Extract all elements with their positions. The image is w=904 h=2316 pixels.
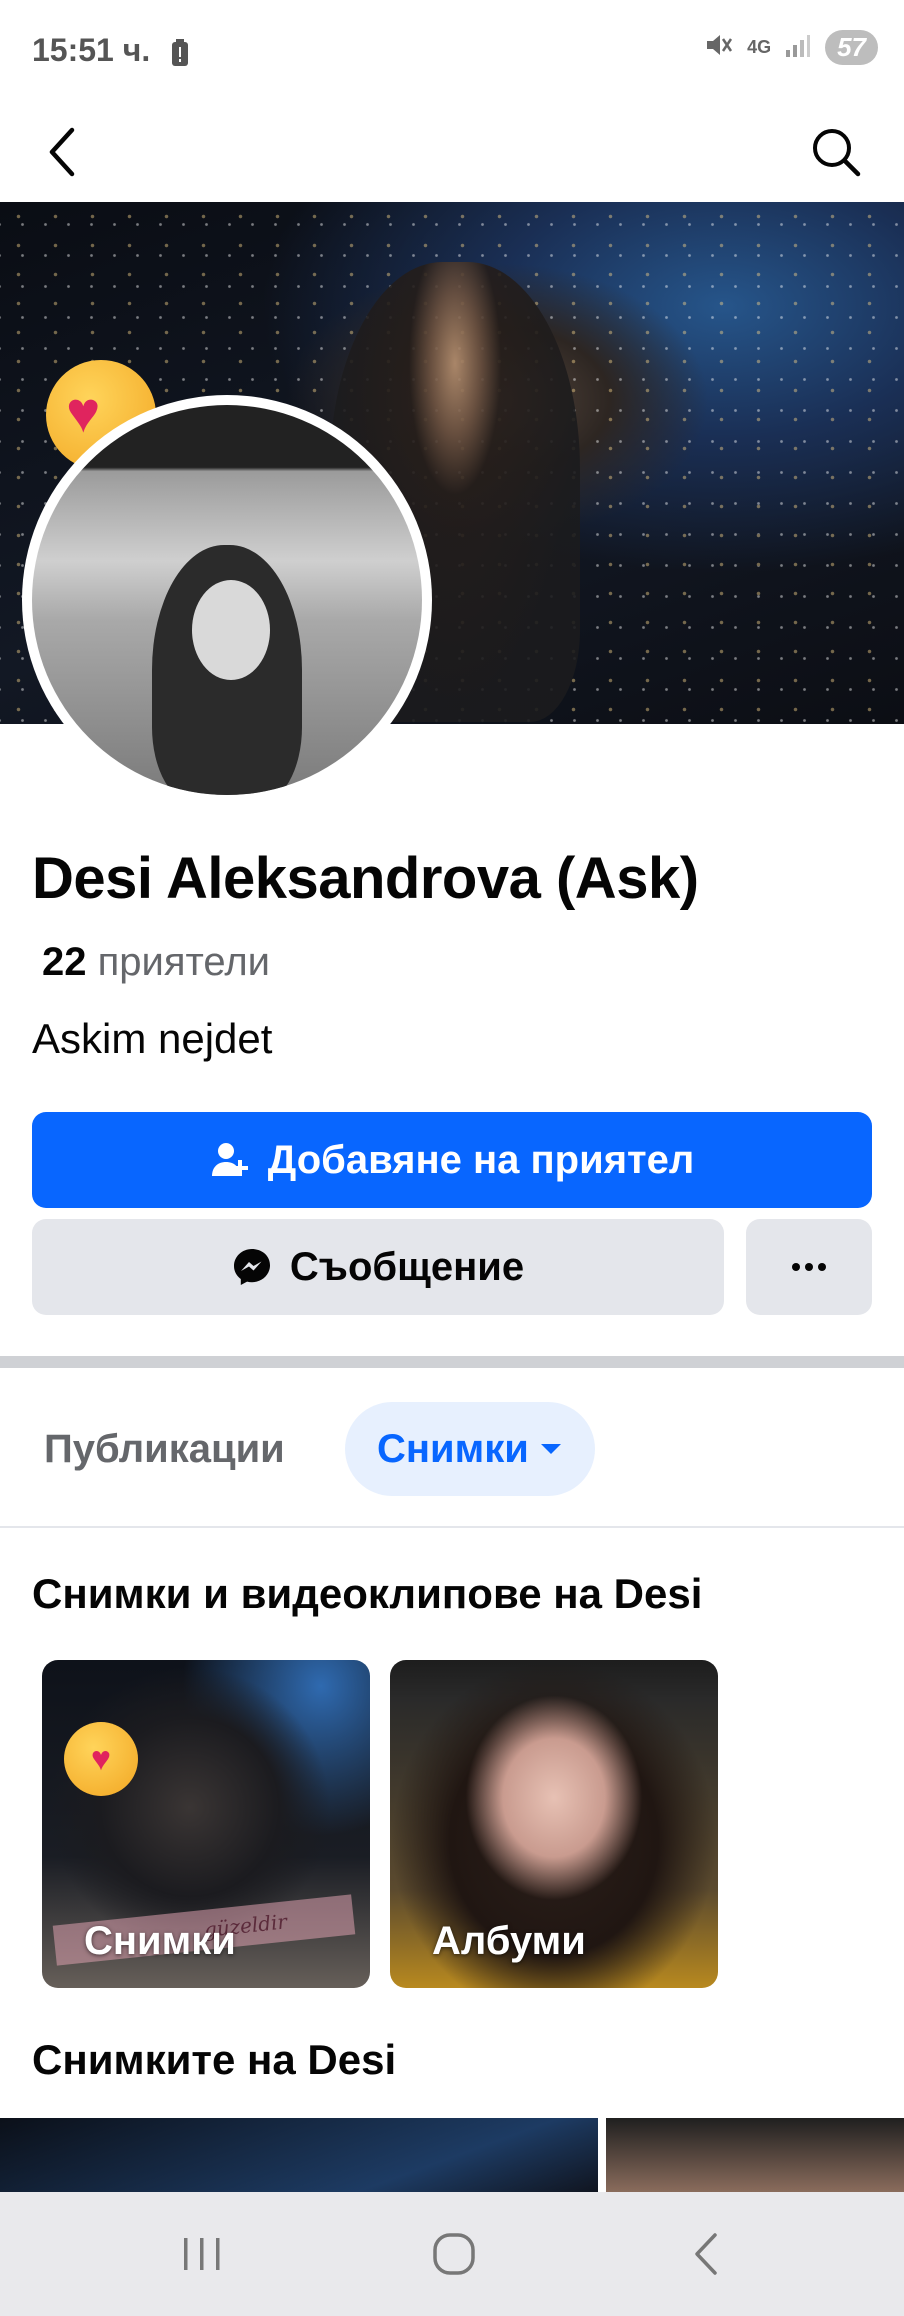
chevron-left-icon — [695, 2233, 717, 2275]
message-label: Съобщение — [289, 1244, 525, 1289]
photos-card-label: Снимки — [84, 1919, 236, 1963]
home-button[interactable] — [412, 2222, 496, 2286]
photo-grid-preview — [0, 2118, 904, 2192]
section-divider — [0, 1356, 904, 1368]
avatar-image — [32, 405, 422, 795]
add-friend-icon — [211, 1143, 248, 1176]
network-type-label: 4G — [747, 37, 772, 57]
status-bar: 15:51 ч. 4G 57 — [0, 0, 904, 100]
status-time: 15:51 ч. — [32, 32, 151, 68]
battery-alert-icon — [170, 38, 190, 73]
friends-count-line[interactable]: 22 приятели — [42, 940, 270, 985]
caret-down-icon — [540, 1444, 561, 1454]
friends-label: приятели — [97, 940, 271, 984]
message-button[interactable]: Съобщение — [32, 1219, 724, 1315]
recent-apps-button[interactable] — [160, 2222, 244, 2286]
photos-card[interactable]: ♥ güzeldir Снимки — [42, 1660, 370, 1988]
search-icon — [813, 129, 861, 177]
tab-photos-label: Снимки — [377, 1426, 529, 1471]
mute-icon — [703, 30, 733, 65]
photo-thumbnail[interactable] — [0, 2118, 598, 2192]
signal-icon — [785, 32, 811, 63]
albums-card[interactable]: Албуми — [390, 1660, 718, 1988]
desi-photos-title: Снимките на Desi — [32, 2036, 397, 2083]
tabs-divider — [0, 1526, 904, 1528]
top-nav — [0, 100, 904, 200]
friends-count: 22 — [42, 940, 87, 984]
tab-photos[interactable]: Снимки — [345, 1402, 595, 1496]
albums-card-label: Албуми — [432, 1919, 586, 1963]
home-icon — [433, 2233, 475, 2275]
add-friend-button[interactable]: Добавяне на приятел — [32, 1112, 872, 1208]
messenger-icon — [233, 1249, 270, 1285]
back-button[interactable] — [30, 120, 94, 184]
photos-section-title: Снимки и видеоклипове на Desi — [32, 1570, 703, 1617]
system-back-button[interactable] — [664, 2222, 748, 2286]
photo-thumbnail[interactable] — [606, 2118, 904, 2192]
system-nav-bar — [0, 2192, 904, 2316]
profile-name: Desi Aleksandrova (Ask) — [32, 846, 699, 911]
heart-eyes-emoji-icon: ♥ — [64, 1722, 138, 1796]
profile-avatar[interactable] — [22, 395, 432, 805]
more-horizontal-icon — [792, 1263, 826, 1271]
chevron-left-icon — [49, 127, 75, 177]
avatar-face-shape — [192, 580, 270, 680]
tab-posts[interactable]: Публикации — [44, 1402, 285, 1496]
battery-indicator: 57 — [825, 30, 878, 65]
add-friend-label: Добавяне на приятел — [267, 1137, 695, 1182]
recent-apps-icon — [184, 2238, 220, 2270]
search-button[interactable] — [800, 120, 872, 184]
profile-bio: Askim nejdet — [32, 1015, 273, 1062]
more-options-button[interactable] — [746, 1219, 872, 1315]
